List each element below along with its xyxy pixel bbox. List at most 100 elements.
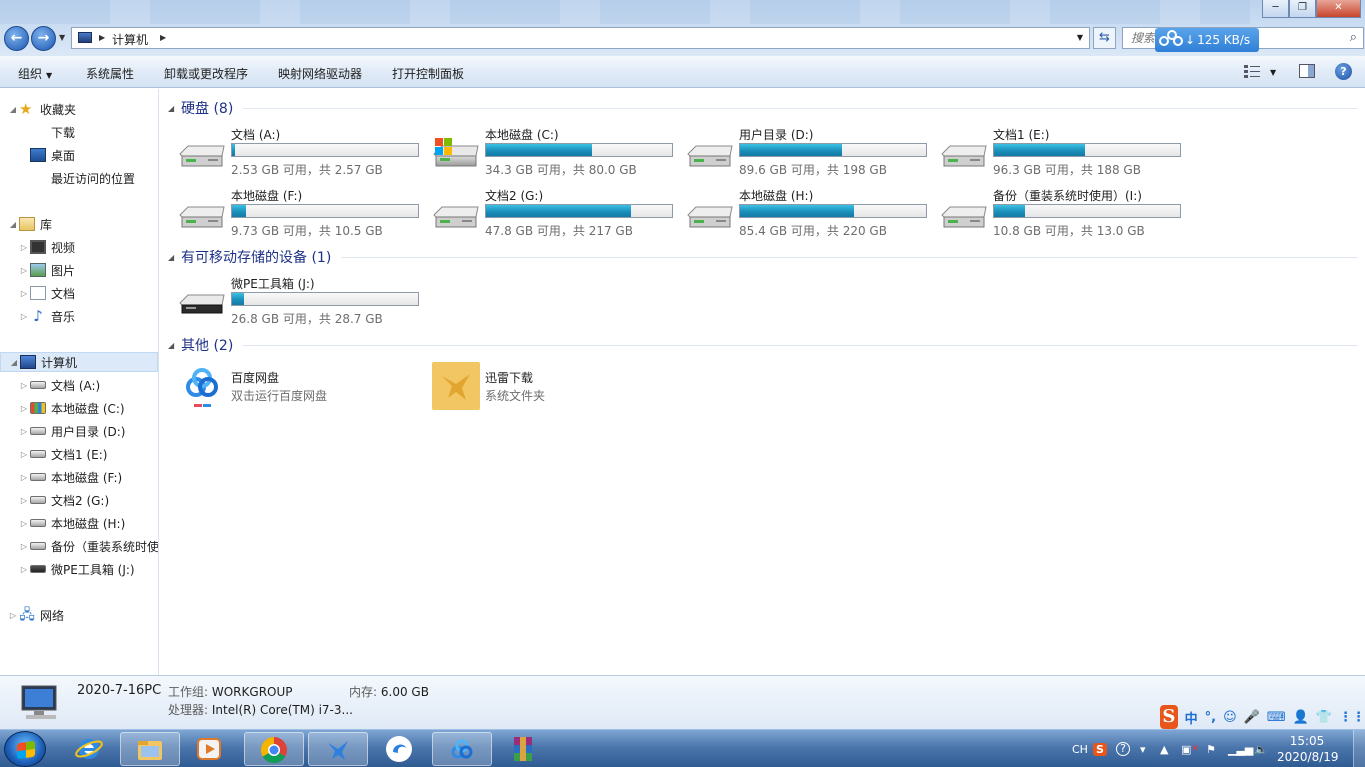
change-view-icon[interactable]: [1244, 64, 1260, 78]
drives-tile[interactable]: 本地磁盘 (C:) 34.3 GB 可用，共 80.0 GB: [424, 126, 674, 182]
open-control-panel-button[interactable]: 打开控制面板: [392, 65, 464, 82]
expand-icon[interactable]: ▷: [19, 565, 29, 574]
xunlei-download-item[interactable]: 迅雷下载 系统文件夹: [432, 362, 682, 421]
ime-voice-icon[interactable]: 🎤: [1244, 710, 1260, 725]
sidebar-item-drive-a[interactable]: ▷ 文档 (A:): [19, 375, 100, 395]
expand-icon[interactable]: ▷: [8, 611, 18, 620]
address-dropdown-icon[interactable]: ▼: [1077, 33, 1083, 42]
expand-icon[interactable]: ▷: [19, 289, 29, 298]
sidebar-item-drive-i[interactable]: ▷备份（重装系统时使用）(I:): [19, 536, 158, 556]
baidu-netdisk-item[interactable]: 百度网盘 双击运行百度网盘: [178, 365, 428, 421]
volume-icon[interactable]: 🔈: [1254, 730, 1268, 767]
ime-skin-icon[interactable]: 👕: [1316, 710, 1332, 725]
refresh-button[interactable]: ⇆: [1093, 27, 1116, 49]
sidebar-item-drive-j[interactable]: ▷ 微PE工具箱 (J:): [19, 559, 135, 579]
sidebar-item-documents[interactable]: ▷ 文档: [19, 283, 75, 303]
breadcrumb-computer[interactable]: 计算机: [112, 31, 148, 48]
sidebar-item-drive-f[interactable]: ▷ 本地磁盘 (F:): [19, 467, 122, 487]
expand-icon[interactable]: ▷: [19, 404, 29, 413]
expand-icon[interactable]: ▷: [19, 266, 29, 275]
sidebar-item-drive-g[interactable]: ▷ 文档2 (G:): [19, 490, 109, 510]
chevron-right-icon[interactable]: ▶: [160, 33, 166, 42]
removable-tile[interactable]: 微PE工具箱 (J:) 26.8 GB 可用，共 28.7 GB: [170, 275, 420, 331]
ime-chinese-mode[interactable]: 中: [1185, 708, 1198, 727]
help-button[interactable]: ?: [1335, 63, 1352, 80]
tray-ime-options-icon[interactable]: ▾: [1140, 730, 1146, 767]
history-dropdown-icon[interactable]: ▼: [59, 33, 65, 42]
expand-icon[interactable]: ▷: [19, 243, 29, 252]
group-header-hard-disks[interactable]: ◢ 硬盘 (8): [168, 98, 1358, 118]
drives-tile[interactable]: 文档2 (G:) 47.8 GB 可用，共 217 GB: [424, 187, 674, 243]
show-hidden-icons[interactable]: ▲: [1160, 730, 1168, 767]
ime-keyboard-icon[interactable]: ⌨: [1267, 710, 1286, 725]
expand-icon[interactable]: ▷: [19, 519, 29, 528]
collapse-icon[interactable]: ◢: [168, 104, 181, 113]
sidebar-item-downloads[interactable]: 下载: [51, 122, 75, 142]
taskbar-chrome[interactable]: [244, 732, 304, 766]
sidebar-item-favorites[interactable]: ◢ ★ 收藏夹: [8, 99, 76, 119]
sidebar-item-desktop[interactable]: 桌面: [29, 145, 75, 165]
collapse-icon[interactable]: ◢: [9, 358, 19, 367]
taskbar-baidu-netdisk[interactable]: [432, 732, 492, 766]
back-button[interactable]: ←: [4, 26, 29, 51]
system-clock[interactable]: 15:05 2020/8/19: [1277, 733, 1339, 765]
map-network-drive-button[interactable]: 映射网络驱动器: [278, 65, 362, 82]
drives-tile[interactable]: 文档1 (E:) 96.3 GB 可用，共 188 GB: [932, 126, 1182, 182]
search-icon[interactable]: ⌕: [1350, 30, 1357, 45]
expand-icon[interactable]: ▷: [19, 381, 29, 390]
sogou-logo-icon[interactable]: S: [1160, 705, 1178, 729]
expand-icon[interactable]: ▷: [19, 542, 29, 551]
sidebar-item-drive-h[interactable]: ▷ 本地磁盘 (H:): [19, 513, 125, 533]
close-button[interactable]: ✕: [1316, 0, 1361, 18]
taskbar-xunlei[interactable]: [308, 732, 368, 766]
baidu-netdisk-speed-widget[interactable]: ↓ 125 KB/s: [1155, 28, 1259, 52]
expand-icon[interactable]: ▷: [19, 312, 29, 321]
drives-tile[interactable]: 本地磁盘 (F:) 9.73 GB 可用，共 10.5 GB: [170, 187, 420, 243]
taskbar-explorer[interactable]: [120, 732, 180, 766]
ime-user-icon[interactable]: 👤: [1293, 710, 1309, 725]
tray-sogou-icon[interactable]: S: [1093, 730, 1107, 767]
ime-toolbox-icon[interactable]: ⋮⋮: [1339, 710, 1365, 725]
drives-tile[interactable]: 备份（重装系统时使用）(I:) 10.8 GB 可用，共 13.0 GB: [932, 187, 1182, 243]
system-properties-button[interactable]: 系统属性: [86, 65, 134, 82]
forward-button[interactable]: →: [31, 26, 56, 51]
sidebar-item-libraries[interactable]: ◢ 库: [8, 214, 52, 234]
view-options-dropdown-icon[interactable]: ▼: [1270, 68, 1276, 77]
collapse-icon[interactable]: ◢: [8, 220, 18, 229]
tray-help-icon[interactable]: ?: [1116, 730, 1130, 767]
sidebar-item-network[interactable]: ▷ 🖧 网络: [8, 605, 64, 625]
show-desktop-button[interactable]: [1353, 730, 1365, 767]
uninstall-program-button[interactable]: 卸载或更改程序: [164, 65, 248, 82]
address-bar[interactable]: ▶ 计算机 ▶ ▼: [71, 27, 1090, 49]
sidebar-item-videos[interactable]: ▷ 视频: [19, 237, 75, 257]
expand-icon[interactable]: ▷: [19, 427, 29, 436]
tray-language[interactable]: CH: [1072, 730, 1088, 767]
sidebar-item-recent-places[interactable]: 最近访问的位置: [51, 168, 135, 188]
collapse-icon[interactable]: ◢: [168, 341, 181, 350]
action-center-icon[interactable]: ⚑: [1206, 730, 1216, 767]
maximize-button[interactable]: ❐: [1289, 0, 1316, 18]
minimize-button[interactable]: ─: [1262, 0, 1289, 18]
taskbar-video-player[interactable]: [180, 732, 240, 766]
organize-menu[interactable]: 组织 ▼: [18, 65, 52, 82]
ime-punctuation-icon[interactable]: °,: [1205, 710, 1216, 725]
sidebar-item-drive-c[interactable]: ▷ 本地磁盘 (C:): [19, 398, 125, 418]
sidebar-item-drive-d[interactable]: ▷ 用户目录 (D:): [19, 421, 126, 441]
signal-strength-icon[interactable]: ▁▃▅: [1228, 730, 1253, 767]
taskbar-feiq[interactable]: [370, 732, 430, 766]
sidebar-item-computer[interactable]: ◢ 计算机: [0, 352, 158, 372]
drives-tile[interactable]: 用户目录 (D:) 89.6 GB 可用，共 198 GB: [678, 126, 928, 182]
ime-emoji-icon[interactable]: ☺: [1223, 710, 1237, 725]
taskbar-ie[interactable]: [60, 732, 120, 766]
drives-tile[interactable]: 文档 (A:) 2.53 GB 可用，共 2.57 GB: [170, 126, 420, 182]
sidebar-item-music[interactable]: ▷ ♪ 音乐: [19, 306, 75, 326]
sogou-ime-toolbar[interactable]: S 中 °, ☺ 🎤 ⌨ 👤 👕 ⋮⋮: [1160, 705, 1365, 729]
chevron-right-icon[interactable]: ▶: [99, 33, 105, 42]
preview-pane-icon[interactable]: [1299, 64, 1315, 78]
network-disconnected-icon[interactable]: ▣ ✕: [1181, 730, 1199, 767]
collapse-icon[interactable]: ◢: [8, 105, 18, 114]
drives-tile[interactable]: 本地磁盘 (H:) 85.4 GB 可用，共 220 GB: [678, 187, 928, 243]
sidebar-item-pictures[interactable]: ▷ 图片: [19, 260, 75, 280]
group-header-other[interactable]: ◢ 其他 (2): [168, 335, 1358, 355]
group-header-removable[interactable]: ◢ 有可移动存储的设备 (1): [168, 247, 1358, 267]
